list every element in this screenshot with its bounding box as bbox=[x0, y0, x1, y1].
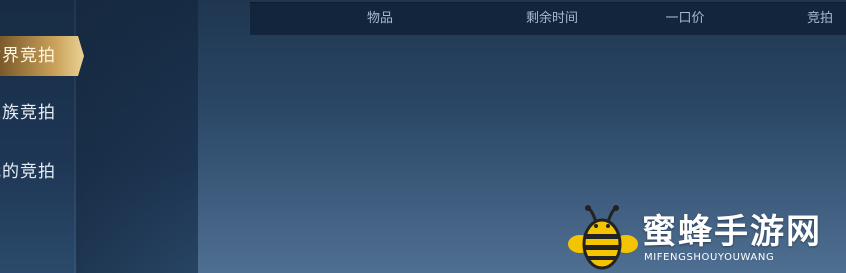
sidebar-shade bbox=[76, 0, 198, 273]
tab-label: 我的竞拍 bbox=[0, 162, 56, 182]
table-header: 物品 剩余时间 一口价 竞拍 bbox=[250, 2, 846, 35]
tab-world-auction[interactable]: 世界竞拍 bbox=[0, 36, 84, 76]
column-bid[interactable]: 竞拍 bbox=[790, 3, 846, 35]
column-buyout-price[interactable]: 一口价 bbox=[650, 3, 720, 35]
sidebar: 世界竞拍 家族竞拍 我的竞拍 bbox=[0, 0, 198, 273]
column-item[interactable]: 物品 bbox=[350, 3, 410, 35]
watermark-title: 蜜蜂手游网 bbox=[642, 212, 822, 252]
watermark: 蜜蜂手游网 MIFENGSHOUYOUWANG bbox=[566, 204, 846, 273]
tab-label: 世界竞拍 bbox=[0, 46, 56, 66]
watermark-subtitle: MIFENGSHOUYOUWANG bbox=[644, 252, 775, 263]
column-remaining-time[interactable]: 剩余时间 bbox=[512, 3, 592, 35]
tab-family-auction[interactable]: 家族竞拍 bbox=[0, 93, 90, 133]
bee-logo-icon bbox=[568, 205, 638, 270]
tab-my-auction[interactable]: 我的竞拍 bbox=[0, 152, 90, 192]
tab-label: 家族竞拍 bbox=[0, 103, 56, 123]
